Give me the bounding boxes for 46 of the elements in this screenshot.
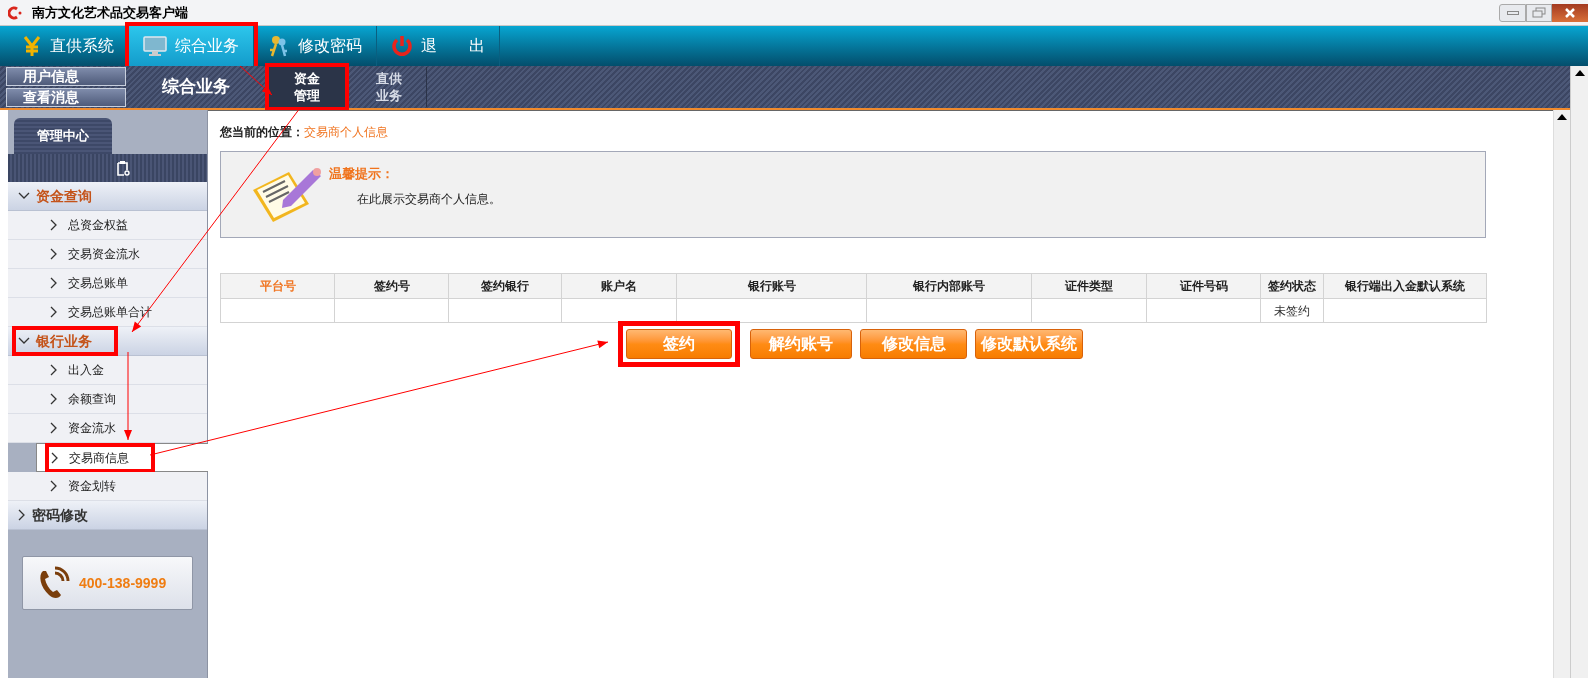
column-header[interactable]: 银行端出入金默认系统 <box>1323 273 1487 299</box>
annotation-arrow <box>239 65 273 96</box>
scroll-up-arrow-icon[interactable] <box>1574 70 1585 76</box>
breadcrumb: 您当前的位置：交易商个人信息 <box>220 124 389 141</box>
sub-button[interactable]: 用户信息 <box>6 67 126 86</box>
table-cell: 未签约 <box>1260 298 1324 323</box>
phone-number: 400-138-9999 <box>79 573 167 593</box>
chevron-right-icon <box>50 364 58 376</box>
column-header[interactable]: 证件类型 <box>1031 273 1147 299</box>
tip-text: 在此展示交易商个人信息。 <box>357 191 501 208</box>
scrollbar[interactable] <box>1570 66 1588 678</box>
close-icon <box>1564 7 1576 18</box>
keys-icon <box>268 34 290 58</box>
restore-icon <box>1532 7 1546 18</box>
column-header[interactable]: 银行账号 <box>676 273 867 299</box>
chevron-right-icon <box>50 219 58 231</box>
scrollbar[interactable] <box>1553 110 1570 678</box>
chevron-right-icon <box>51 451 59 464</box>
app-logo-icon <box>8 5 24 20</box>
chevron-right-icon <box>50 480 58 492</box>
scroll-up-arrow-icon[interactable] <box>1557 114 1567 120</box>
power-icon <box>391 35 413 57</box>
minimize-button[interactable] <box>1499 3 1526 22</box>
monitor-icon <box>143 36 167 56</box>
column-header[interactable]: 证件号码 <box>1146 273 1261 299</box>
chevron-right-icon <box>50 277 58 289</box>
sub-tab[interactable]: 直供 业务 <box>351 67 427 107</box>
chevron-right-icon <box>50 422 58 434</box>
column-header[interactable]: 签约状态 <box>1260 273 1324 299</box>
column-header[interactable]: 银行内部账号 <box>866 273 1032 299</box>
clipboard-icon[interactable] <box>115 160 130 176</box>
chevron-right-icon <box>50 248 58 260</box>
column-header[interactable]: 签约银行 <box>448 273 562 299</box>
chevron-right-icon <box>18 509 26 521</box>
chevron-down-icon <box>18 337 30 345</box>
window-title: 南方文化艺术品交易客户端 <box>32 3 188 22</box>
sub-button[interactable]: 查看消息 <box>6 88 126 107</box>
sidebar-tab[interactable]: 管理中心 <box>14 118 112 154</box>
column-header[interactable]: 账户名 <box>561 273 677 299</box>
chevron-right-icon <box>50 306 58 318</box>
chevron-down-icon <box>18 192 30 200</box>
tip-title: 温馨提示： <box>329 165 395 183</box>
yen-icon <box>22 35 42 57</box>
close-button[interactable] <box>1552 3 1588 22</box>
chevron-right-icon <box>50 393 58 405</box>
column-header[interactable]: 签约号 <box>334 273 449 299</box>
